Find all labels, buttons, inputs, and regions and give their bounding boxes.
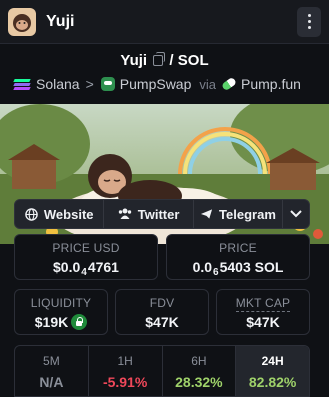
- launchpad-link[interactable]: Pump.fun: [241, 76, 301, 92]
- change-5m-value: N/A: [39, 374, 64, 390]
- quote-symbol: SOL: [177, 52, 209, 69]
- send-icon: [200, 209, 213, 219]
- fdv-card: FDV $47K: [115, 289, 209, 335]
- lock-icon[interactable]: [71, 314, 88, 330]
- tab-24h-label: 24H: [261, 354, 284, 368]
- base-symbol: Yuji: [120, 52, 148, 69]
- tab-6h-label: 6H: [191, 354, 207, 368]
- token-avatar: [8, 7, 36, 36]
- telegram-button[interactable]: Telegram: [194, 200, 284, 228]
- social-links: Website Twitter Telegram: [14, 199, 310, 229]
- price-sol-value: 0.065403 SOL: [192, 259, 284, 278]
- tab-5m[interactable]: 5M N/A: [15, 346, 89, 396]
- kebab-icon: [307, 14, 311, 17]
- change-24h-value: 82.82%: [248, 374, 297, 390]
- solana-icon: [13, 78, 31, 90]
- pair-separator: /: [169, 52, 174, 69]
- telegram-label: Telegram: [219, 206, 276, 222]
- liquidity-value: $19K: [34, 314, 69, 330]
- price-sol-card: PRICE 0.065403 SOL: [166, 234, 310, 280]
- twitter-button[interactable]: Twitter: [104, 200, 194, 228]
- price-usd-card: PRICE USD $0.044761: [14, 234, 158, 280]
- mkt-cap-label[interactable]: MKT CAP: [235, 296, 291, 312]
- change-6h-value: 28.32%: [175, 374, 223, 390]
- fdv-value: $47K: [145, 314, 179, 330]
- tab-6h[interactable]: 6H 28.32%: [163, 346, 237, 396]
- tab-24h[interactable]: 24H 82.82%: [236, 346, 309, 396]
- price-change-tabs: 5M N/A 1H -5.91% 6H 28.32% 24H 82.82%: [14, 345, 310, 397]
- chevron-right-icon: >: [85, 76, 94, 92]
- tab-5m-label: 5M: [43, 354, 60, 368]
- tab-1h-label: 1H: [117, 354, 133, 368]
- liquidity-label: LIQUIDITY: [30, 296, 92, 310]
- via-label: via: [199, 76, 216, 92]
- dex-link[interactable]: PumpSwap: [120, 76, 192, 92]
- chevron-down-icon: [290, 210, 302, 218]
- more-links-button[interactable]: [283, 200, 309, 228]
- token-panel: Yuji / SOL Solana > PumpSwap via Pump.fu…: [0, 44, 329, 397]
- pill-icon: [220, 76, 238, 92]
- price-sol-label: PRICE: [219, 241, 257, 255]
- change-1h-value: -5.91%: [102, 374, 148, 390]
- copy-icon[interactable]: [153, 52, 166, 66]
- website-label: Website: [43, 206, 94, 222]
- pair-title: Yuji / SOL: [0, 52, 329, 69]
- mkt-cap-card: MKT CAP $47K: [216, 289, 310, 335]
- users-icon: [118, 208, 131, 219]
- app-title: Yuji: [46, 12, 75, 30]
- top-bar: Yuji: [0, 0, 329, 44]
- chain-link[interactable]: Solana: [36, 76, 80, 92]
- pumpswap-icon: [100, 77, 115, 91]
- mkt-cap-value: $47K: [246, 314, 280, 330]
- breadcrumb: Solana > PumpSwap via Pump.fun: [13, 76, 319, 92]
- price-usd-value: $0.044761: [53, 259, 119, 278]
- twitter-label: Twitter: [137, 206, 180, 222]
- more-options-button[interactable]: [297, 6, 321, 37]
- price-usd-label: PRICE USD: [52, 241, 120, 255]
- liquidity-card: LIQUIDITY $19K: [14, 289, 108, 335]
- website-button[interactable]: Website: [15, 200, 105, 228]
- tab-1h[interactable]: 1H -5.91%: [89, 346, 163, 396]
- globe-icon: [25, 207, 38, 221]
- fdv-label: FDV: [149, 296, 175, 310]
